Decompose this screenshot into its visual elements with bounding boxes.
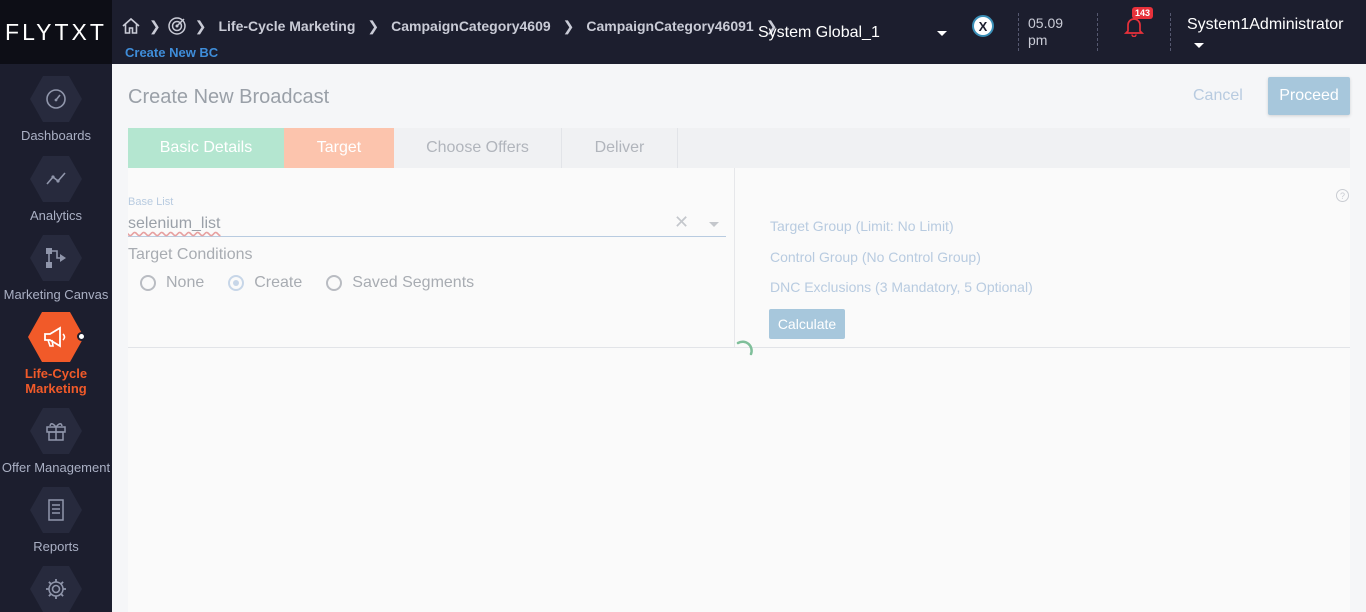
logo-text: FLYTXT xyxy=(5,18,107,45)
target-conditions-radios: None Create Saved Segments xyxy=(140,274,498,292)
report-document-icon xyxy=(30,487,82,533)
divider xyxy=(1170,13,1171,51)
base-list-value: selenium_list xyxy=(128,215,221,232)
calculate-button[interactable]: Calculate xyxy=(769,309,845,339)
divider xyxy=(1018,13,1019,51)
sidebar-item-reports[interactable]: Reports xyxy=(0,487,112,554)
sidebar-item-analytics[interactable]: Analytics xyxy=(0,156,112,223)
sidebar-item-label: Dashboards xyxy=(20,128,92,143)
control-group-text[interactable]: Control Group (No Control Group) xyxy=(770,249,1033,280)
analytics-line-icon xyxy=(30,156,82,202)
megaphone-icon xyxy=(28,312,84,362)
radio-saved-segments[interactable]: Saved Segments xyxy=(326,274,474,292)
tenant-selector[interactable]: System Global_1 xyxy=(758,24,880,42)
target-panel: Base List selenium_list ✕ Target Conditi… xyxy=(128,168,1350,612)
radio-none[interactable]: None xyxy=(140,274,204,292)
breadcrumb: ❯ ❯ Life-Cycle Marketing ❯ CampaignCateg… xyxy=(121,14,777,38)
target-conditions-label: Target Conditions xyxy=(128,246,253,263)
sidebar-item-label: Reports xyxy=(33,539,79,554)
chevron-right-icon: ❯ xyxy=(149,17,161,34)
sidebar-item-dashboards[interactable]: Dashboards xyxy=(0,76,112,143)
sidebar-item-settings[interactable] xyxy=(0,566,112,612)
sidebar-item-label: Marketing Canvas xyxy=(3,287,109,302)
caret-down-icon[interactable] xyxy=(937,31,947,36)
sidebar-item-label: Offer Management xyxy=(1,460,111,475)
sidebar-item-marketing-canvas[interactable]: Marketing Canvas xyxy=(0,235,112,302)
step-choose-offers[interactable]: Choose Offers xyxy=(394,128,562,168)
sidebar: Dashboards Analytics Marketing Canvas Li… xyxy=(0,64,112,612)
base-list-select[interactable]: selenium_list ✕ xyxy=(128,212,726,237)
radio-circle[interactable] xyxy=(140,275,156,291)
wizard-steps: Basic Details Target Choose Offers Deliv… xyxy=(128,128,1350,168)
dnc-exclusions-text[interactable]: DNC Exclusions (3 Mandatory, 5 Optional) xyxy=(770,279,1033,310)
gift-icon xyxy=(30,408,82,454)
settings-gear-icon xyxy=(30,566,82,612)
top-bar: FLYTXT ❯ ❯ Life-Cycle Marketing ❯ Campai… xyxy=(0,0,1366,64)
dashboard-gauge-icon xyxy=(30,76,82,122)
loading-spinner-icon xyxy=(736,340,753,356)
chevron-right-icon: ❯ xyxy=(194,17,207,34)
radio-circle[interactable] xyxy=(326,275,343,291)
user-menu[interactable]: System1Administrator xyxy=(1187,16,1344,34)
base-list-label: Base List xyxy=(128,196,174,208)
canvas-flow-icon xyxy=(30,235,82,281)
breadcrumb-item[interactable]: CampaignCategory46091 xyxy=(586,18,753,34)
chevron-right-icon: ❯ xyxy=(367,17,380,34)
bell-icon[interactable] xyxy=(1123,15,1145,42)
target-left-column: Base List selenium_list ✕ Target Conditi… xyxy=(128,168,735,348)
step-target[interactable]: Target xyxy=(284,128,394,168)
x-app-icon[interactable]: X xyxy=(972,15,994,37)
home-icon[interactable] xyxy=(121,16,141,36)
time-value: 05.09 xyxy=(1028,15,1064,31)
notification-badge: 143 xyxy=(1132,7,1154,19)
divider xyxy=(1097,13,1098,51)
caret-down-icon[interactable] xyxy=(709,222,719,227)
time-period: pm xyxy=(1028,32,1048,48)
flytxt-logo[interactable]: FLYTXT xyxy=(0,0,112,64)
sidebar-item-label: Analytics xyxy=(29,208,83,223)
clear-icon[interactable]: ✕ xyxy=(674,212,689,233)
caret-down-icon[interactable] xyxy=(1194,43,1204,48)
target-group-text[interactable]: Target Group (Limit: No Limit) xyxy=(770,218,1033,249)
sidebar-item-offer-management[interactable]: Offer Management xyxy=(0,408,112,475)
clock: 05.09 pm xyxy=(1028,15,1063,49)
chevron-right-icon: ❯ xyxy=(562,17,575,34)
sidebar-item-life-cycle-marketing[interactable]: Life-Cycle Marketing xyxy=(0,312,112,396)
radio-label: Saved Segments xyxy=(352,274,475,291)
step-deliver[interactable]: Deliver xyxy=(562,128,678,168)
radio-label: None xyxy=(166,274,205,291)
page-title: Create New Broadcast xyxy=(128,86,330,108)
breadcrumb-item[interactable]: CampaignCategory4609 xyxy=(391,18,551,34)
target-summary: Target Group (Limit: No Limit) Control G… xyxy=(770,218,1033,310)
step-basic-details[interactable]: Basic Details xyxy=(128,128,284,168)
active-indicator xyxy=(77,332,86,341)
breadcrumb-current: Create New BC xyxy=(125,45,219,60)
target-icon[interactable] xyxy=(167,16,187,36)
radio-label: Create xyxy=(254,274,303,291)
proceed-button[interactable]: Proceed xyxy=(1268,77,1350,115)
radio-create[interactable]: Create xyxy=(228,274,302,292)
breadcrumb-item[interactable]: Life-Cycle Marketing xyxy=(218,18,355,34)
help-icon[interactable]: ? xyxy=(1336,189,1349,202)
cancel-button[interactable]: Cancel xyxy=(1193,87,1243,105)
sidebar-item-label: Life-Cycle Marketing xyxy=(24,366,88,396)
main-content: Create New Broadcast Cancel Proceed Basi… xyxy=(112,64,1366,612)
radio-circle[interactable] xyxy=(228,275,245,291)
